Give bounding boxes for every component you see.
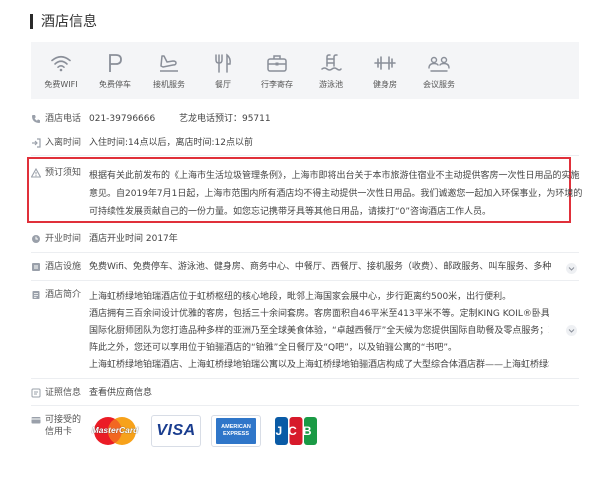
facility-label: 健身房 [373, 80, 397, 89]
notice-row: 预订须知 [30, 167, 89, 179]
phone-booking: 艺龙电话预订：95711 [178, 114, 271, 124]
opening-row: 开业时间 酒店开业时间 2017年 [31, 233, 178, 245]
clock-icon [31, 234, 41, 244]
facility-luggage: 行李寄存 [250, 42, 304, 99]
section-title-bar [30, 13, 33, 29]
notice-key: 预订须知 [30, 167, 89, 179]
intro-line: 上海虹桥绿地铂瑞酒店位于虹桥枢纽的核心地段，毗邻上海国家会展中心，步行距离约50… [89, 292, 512, 302]
intro-expand-button[interactable] [566, 325, 577, 336]
amenities-label: 酒店设施 [45, 262, 82, 272]
intro-line: 酒店拥有三百余间设计优雅的客房，包括三十余间套房。客房面积自46平米至413平米… [89, 309, 549, 319]
opening-label: 开业时间 [45, 234, 82, 244]
facility-parking: 免费停车 [88, 42, 142, 99]
divider [31, 252, 579, 253]
notice-line: 可持续性发展贡献自己的一份力量。如您忘记携带牙具等其他日用品，请拨打“0”咨询酒… [89, 207, 492, 217]
amenities-row: 酒店设施 免费Wifi、免费停车、游泳池、健身房、商务中心、中餐厅、西餐厅、接机… [31, 261, 551, 273]
certificate-label: 证照信息 [45, 388, 82, 398]
wifi-icon [48, 51, 74, 75]
divider [31, 378, 579, 379]
amex-text-line1: AMERICAN [221, 424, 251, 430]
cards-label-line1: 可接受的 [45, 415, 82, 425]
mastercard-logo: MasterCard [89, 415, 141, 447]
certificate-icon [31, 388, 41, 398]
phone-number: 021-39796666 [89, 114, 156, 124]
intro-line: 阵此之外，您还可以享用位于铂骊酒店的“铂雅”全日餐厅及“Q吧”，以及铂骊公寓的“… [89, 343, 458, 353]
facility-restaurant: 餐厅 [196, 42, 250, 99]
facility-gym: 健身房 [358, 42, 412, 99]
notice-line: 意见。自2019年7月1日起，上海市范围内所有酒店均不得主动提供一次性日用品。我… [89, 189, 583, 199]
facility-label: 餐厅 [215, 80, 231, 89]
notice-text: 根据有关此前发布的《上海市生活垃圾管理条例》，上海市即将出台关于本市旅游住宿业不… [89, 167, 583, 221]
phone-value-wrap: 021-39796666 艺龙电话预订：95711 [89, 113, 271, 125]
visa-logo: VISA [151, 415, 201, 447]
chevron-down-icon [568, 329, 575, 333]
warning-icon [30, 167, 42, 178]
phone-label: 酒店电话 [45, 114, 82, 124]
notice-label: 预订须知 [45, 168, 82, 178]
cards-row: 可接受的 信用卡 [31, 414, 89, 438]
section-header: 酒店信息 [30, 12, 97, 30]
amenities-icon [31, 262, 41, 272]
supplier-info-link[interactable]: 查看供应商信息 [89, 387, 152, 399]
divider [31, 405, 579, 406]
facility-label: 行李寄存 [261, 80, 293, 89]
airport-shuttle-icon [156, 51, 182, 75]
section-title: 酒店信息 [41, 14, 97, 30]
facility-shuttle: 接机服务 [142, 42, 196, 99]
jcb-logo: JCB [271, 415, 321, 447]
facility-wifi: 免费WIFI [34, 42, 88, 99]
parking-icon [102, 51, 128, 75]
cards-key: 可接受的 信用卡 [31, 414, 89, 438]
cards-label-line2: 信用卡 [45, 427, 73, 437]
phone-icon [31, 114, 41, 124]
amex-logo: AMERICAN EXPRESS [211, 415, 261, 447]
intro-label: 酒店简介 [45, 290, 82, 300]
amenities-key: 酒店设施 [31, 261, 89, 273]
facility-pool: 游泳池 [304, 42, 358, 99]
facility-label: 会议服务 [423, 80, 455, 89]
visa-text: VISA [156, 422, 196, 439]
facilities-strip: 免费WIFI 免费停车 接机服务 餐厅 行李寄存 游泳池 健身房 会议服务 [31, 42, 579, 99]
checkin-row: 入离时间 入住时间:14点以后，离店时间:12点以前 [31, 137, 253, 149]
phone-row: 酒店电话 021-39796666 艺龙电话预订：95711 [31, 113, 271, 125]
certificate-key: 证照信息 [31, 387, 89, 399]
opening-key: 开业时间 [31, 233, 89, 245]
mastercard-text: MasterCard [91, 425, 139, 435]
chevron-down-icon [568, 267, 575, 271]
amenities-expand-button[interactable] [566, 263, 577, 274]
jcb-text: JCB [275, 424, 318, 438]
intro-line: 上海虹桥绿地铂瑞酒店、上海虹桥绿地铂瑞公寓以及上海虹桥绿地铂骊酒店构成了大型综合… [89, 360, 549, 370]
luggage-icon [264, 51, 290, 75]
credit-cards: MasterCard VISA AMERICAN EXPRESS JCB [89, 415, 321, 447]
checkin-key: 入离时间 [31, 137, 89, 149]
checkin-value: 入住时间:14点以后，离店时间:12点以前 [89, 138, 253, 148]
opening-value: 酒店开业时间 2017年 [89, 234, 178, 244]
divider [31, 155, 579, 156]
gym-icon [372, 51, 398, 75]
intro-row: 酒店简介 [31, 289, 89, 301]
amex-text-line2: EXPRESS [223, 431, 249, 437]
intro-text: 上海虹桥绿地铂瑞酒店位于虹桥枢纽的核心地段，毗邻上海国家会展中心，步行距离约50… [89, 289, 549, 374]
facility-label: 免费停车 [99, 80, 131, 89]
facility-label: 接机服务 [153, 80, 185, 89]
restaurant-icon [210, 51, 236, 75]
intro-line: 国际化厨师团队为您打造品种多样的亚洲乃至全球美食体验，“卓越西餐厅”全天候为您提… [89, 326, 549, 336]
phone-key: 酒店电话 [31, 113, 89, 125]
document-icon [31, 290, 41, 300]
certificate-row: 证照信息 查看供应商信息 [31, 387, 152, 399]
divider [31, 280, 579, 281]
facility-label: 免费WIFI [44, 80, 78, 89]
notice-line: 根据有关此前发布的《上海市生活垃圾管理条例》，上海市即将出台关于本市旅游住宿业不… [89, 171, 580, 181]
credit-card-icon [31, 415, 41, 425]
cards-label: 可接受的 信用卡 [45, 414, 81, 438]
door-icon [31, 138, 41, 148]
facility-label: 游泳池 [319, 80, 343, 89]
swimming-pool-icon [318, 51, 344, 75]
amenities-value: 免费Wifi、免费停车、游泳池、健身房、商务中心、中餐厅、西餐厅、接机服务（收费… [89, 262, 551, 272]
meeting-icon [426, 51, 452, 75]
facility-meeting: 会议服务 [412, 42, 466, 99]
intro-key: 酒店简介 [31, 289, 89, 301]
checkin-label: 入离时间 [45, 138, 82, 148]
